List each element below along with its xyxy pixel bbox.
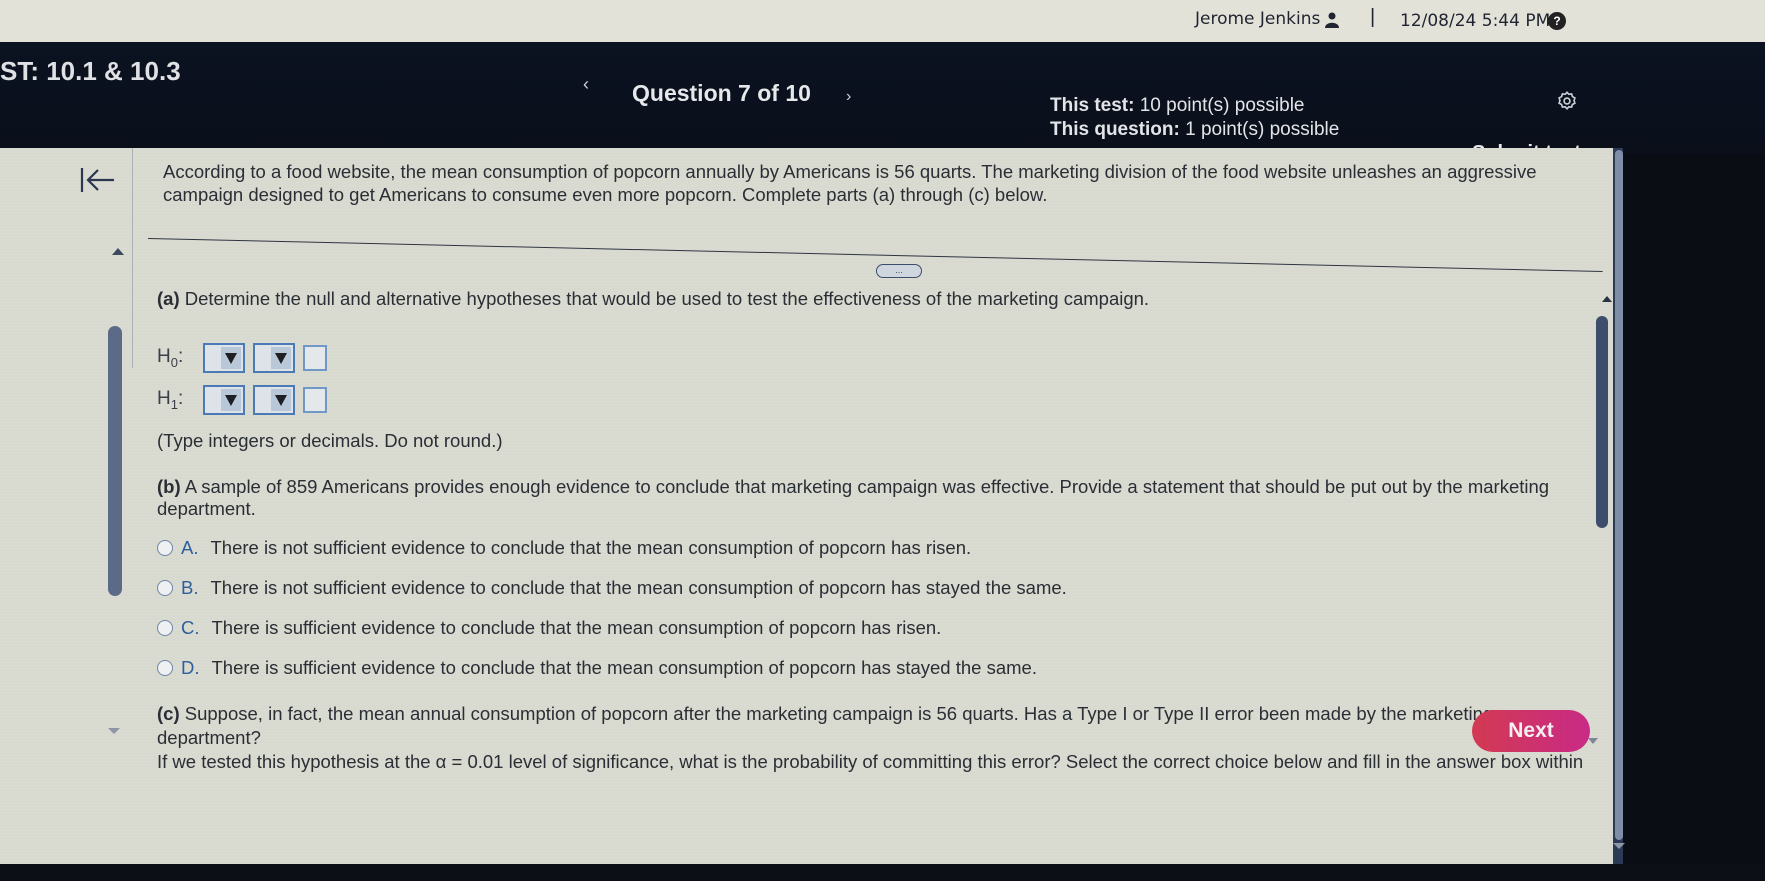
dropdown-arrow-icon	[275, 395, 287, 406]
radio-button[interactable]	[157, 540, 173, 556]
test-header: ST: 10.1 & 10.3 ‹ Question 7 of 10 › Thi…	[0, 42, 1765, 164]
page-scrollbar-thumb[interactable]	[1615, 150, 1623, 840]
scroll-up-icon[interactable]	[1602, 296, 1612, 302]
part-a-text: Determine the null and alternative hypot…	[184, 288, 1150, 309]
left-scrollbar-thumb[interactable]	[108, 326, 122, 596]
gear-icon[interactable]	[1556, 90, 1578, 112]
points-info: This test: 10 point(s) possible This que…	[1050, 94, 1339, 142]
null-operator-select[interactable]	[253, 343, 295, 373]
option-c[interactable]: C. There is sufficient evidence to concl…	[157, 616, 941, 640]
radio-button[interactable]	[157, 620, 173, 636]
scroll-down-icon[interactable]	[108, 728, 120, 734]
dropdown-arrow-icon	[275, 353, 287, 364]
top-status-bar: Jerome Jenkins | 12/08/24 5:44 PM ?	[0, 0, 1765, 42]
alternative-hypothesis-row: H1:	[157, 385, 327, 415]
option-a[interactable]: A. There is not sufficient evidence to c…	[157, 536, 971, 560]
question-counter[interactable]: Question 7 of 10	[632, 80, 811, 107]
dropdown-arrow-icon	[225, 353, 237, 364]
null-value-input[interactable]	[303, 345, 327, 371]
previous-question-button[interactable]: ‹	[583, 74, 589, 95]
radio-button[interactable]	[157, 580, 173, 596]
part-c-prompt: (c) Suppose, in fact, the mean annual co…	[157, 702, 1597, 774]
next-button[interactable]: Next	[1472, 710, 1590, 752]
scroll-up-icon[interactable]	[112, 248, 124, 255]
bottom-bezel	[0, 864, 1765, 881]
help-icon[interactable]: ?	[1548, 12, 1566, 30]
test-points-label: This test:	[1050, 95, 1135, 116]
alternative-value-input[interactable]	[303, 387, 327, 413]
alternative-parameter-select[interactable]	[203, 385, 245, 415]
radio-button[interactable]	[157, 660, 173, 676]
part-c-line-1: Suppose, in fact, the mean annual consum…	[157, 703, 1494, 748]
part-c-line-2: If we tested this hypothesis at the α = …	[157, 751, 1584, 772]
question-points-value: 1 point(s) possible	[1185, 119, 1340, 140]
expand-handle[interactable]: ...	[876, 264, 922, 278]
page-scroll-down-icon[interactable]	[1613, 843, 1625, 849]
test-title: ST: 10.1 & 10.3	[0, 56, 181, 86]
datetime: 12/08/24 5:44 PM	[1400, 11, 1551, 31]
part-b-text: A sample of 859 Americans provides enoug…	[157, 476, 1550, 519]
question-panel: According to a food website, the mean co…	[0, 148, 1613, 864]
part-a-label: (a)	[157, 288, 180, 309]
part-b-prompt: (b) A sample of 859 Americans provides e…	[157, 476, 1597, 520]
null-parameter-select[interactable]	[203, 343, 245, 373]
question-intro: According to a food website, the mean co…	[163, 161, 1537, 205]
part-c-label: (c)	[157, 703, 180, 724]
null-hypothesis-label: H0:	[157, 346, 184, 370]
separator: |	[1370, 6, 1376, 28]
input-instruction: (Type integers or decimals. Do not round…	[157, 430, 503, 451]
null-hypothesis-row: H0:	[157, 343, 327, 373]
right-scrollbar-thumb[interactable]	[1596, 316, 1608, 528]
option-d[interactable]: D. There is sufficient evidence to concl…	[157, 656, 1037, 680]
next-question-button[interactable]: ›	[846, 88, 851, 106]
section-divider	[147, 238, 1603, 273]
person-icon	[1325, 12, 1339, 28]
alternative-hypothesis-label: H1:	[157, 388, 184, 412]
user-name: Jerome Jenkins	[1195, 9, 1321, 29]
collapse-left-icon[interactable]	[80, 166, 116, 194]
question-points-label: This question:	[1050, 119, 1180, 140]
dropdown-arrow-icon	[225, 395, 237, 406]
panel-divider	[132, 148, 133, 368]
option-b[interactable]: B. There is not sufficient evidence to c…	[157, 576, 1067, 600]
part-b-label: (b)	[157, 476, 181, 497]
part-a-prompt: (a) Determine the null and alternative h…	[157, 288, 1149, 310]
alternative-operator-select[interactable]	[253, 385, 295, 415]
scroll-down-icon[interactable]	[1588, 738, 1598, 744]
test-points-value: 10 point(s) possible	[1139, 95, 1305, 116]
